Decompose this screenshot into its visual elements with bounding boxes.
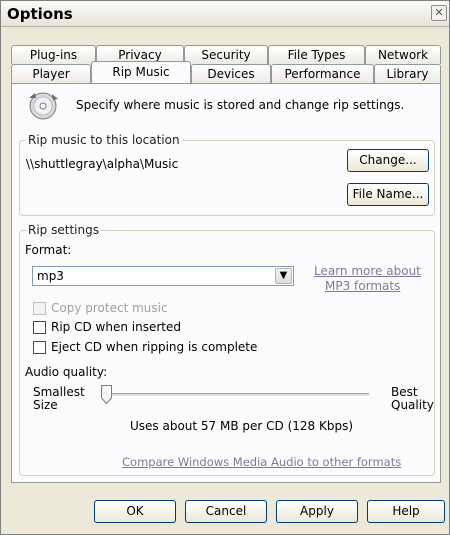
eject-when-complete-checkbox[interactable] — [33, 341, 46, 354]
cd-rip-icon — [29, 92, 58, 120]
format-label: Format: — [25, 243, 72, 257]
usage-estimate: Uses about 57 MB per CD (128 Kbps) — [130, 419, 354, 433]
tab-rip-music[interactable]: Rip Music — [91, 61, 191, 83]
copy-protect-checkbox[interactable] — [33, 302, 46, 315]
tab-security[interactable]: Security — [184, 45, 268, 64]
audio-quality-slider-track[interactable] — [107, 393, 369, 397]
change-button[interactable]: Change... — [347, 149, 429, 172]
rip-when-inserted-checkbox[interactable] — [33, 321, 46, 334]
tab-library[interactable]: Library — [374, 64, 441, 83]
tab-network[interactable]: Network — [365, 45, 441, 64]
compare-formats-link[interactable]: Compare Windows Media Audio to other for… — [122, 455, 401, 469]
format-select[interactable]: mp3 ▼ — [32, 266, 294, 286]
title-bar: Options ✕ — [1, 1, 449, 27]
apply-button[interactable]: Apply — [276, 500, 358, 523]
tab-file-types[interactable]: File Types — [268, 45, 365, 64]
dialog-title: Options — [7, 5, 73, 23]
rip-location-label: Rip music to this location — [26, 133, 182, 147]
tab-row-back: Plug-ins Privacy Security File Types Net… — [11, 45, 441, 64]
best-quality-label-line2: Quality — [391, 398, 434, 412]
rip-settings-group: Rip settings Format: mp3 ▼ Learn more ab… — [19, 223, 435, 476]
rip-settings-label: Rip settings — [26, 223, 101, 237]
tab-plug-ins[interactable]: Plug-ins — [11, 45, 96, 64]
audio-quality-label: Audio quality: — [25, 365, 108, 379]
file-name-button[interactable]: File Name... — [347, 183, 429, 206]
tab-performance[interactable]: Performance — [271, 64, 374, 83]
audio-quality-slider-thumb[interactable] — [101, 385, 112, 404]
smallest-size-label-line1: Smallest — [33, 385, 85, 399]
cancel-button[interactable]: Cancel — [185, 500, 267, 523]
rip-when-inserted-label: Rip CD when inserted — [51, 320, 181, 334]
close-button[interactable]: ✕ — [431, 5, 447, 21]
tab-devices[interactable]: Devices — [191, 64, 271, 83]
help-button[interactable]: Help — [367, 500, 445, 523]
rip-music-panel: Specify where music is stored and change… — [11, 83, 441, 483]
rip-location-path: \\shuttlegray\alpha\Music — [26, 157, 179, 171]
tab-player[interactable]: Player — [11, 64, 91, 83]
copy-protect-label: Copy protect music — [51, 301, 168, 315]
options-dialog: Options ✕ Plug-ins Privacy Security File… — [0, 0, 450, 535]
ok-button[interactable]: OK — [94, 500, 176, 523]
tab-row-front: Player Rip Music Devices Performance Lib… — [11, 61, 441, 83]
format-value: mp3 — [37, 269, 64, 283]
rip-location-group: Rip music to this location \\shuttlegray… — [19, 133, 435, 216]
header-description: Specify where music is stored and change… — [76, 98, 405, 112]
chevron-down-icon[interactable]: ▼ — [275, 268, 292, 284]
smallest-size-label-line2: Size — [33, 398, 58, 412]
learn-more-link-line2[interactable]: MP3 formats — [325, 279, 400, 293]
best-quality-label-line1: Best — [391, 385, 418, 399]
eject-when-complete-label: Eject CD when ripping is complete — [51, 340, 258, 354]
learn-more-link-line1[interactable]: Learn more about — [314, 264, 421, 278]
